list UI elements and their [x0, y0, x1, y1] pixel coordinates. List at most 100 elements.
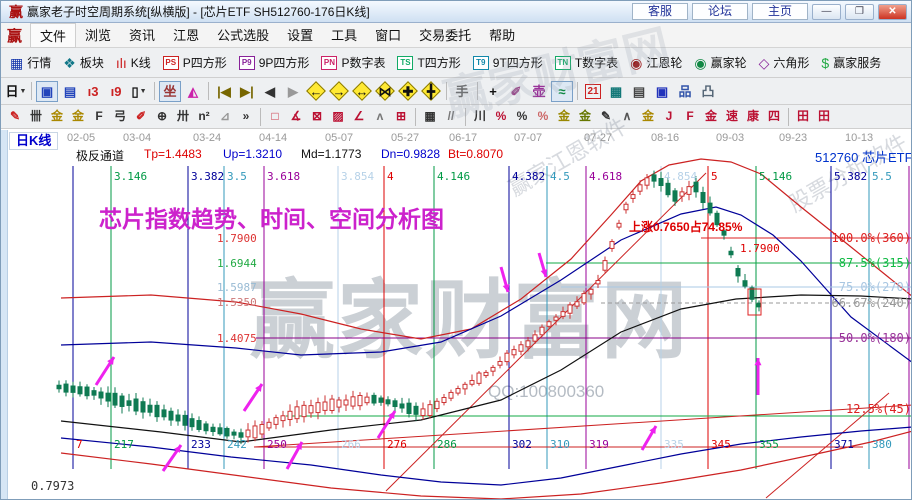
- next-button[interactable]: ▶: [282, 81, 304, 102]
- comb-icon[interactable]: 卌: [26, 107, 46, 126]
- dense-grid-icon[interactable]: ▦: [420, 107, 440, 126]
- gann-wheel-button[interactable]: ◉江恩轮: [625, 52, 687, 73]
- indicator-value: Dn=0.9828: [381, 147, 440, 161]
- wave-tool-icon[interactable]: ≈: [551, 81, 573, 102]
- move-right-button[interactable]: →: [328, 81, 350, 102]
- p-table-button[interactable]: PNP数字表: [316, 52, 390, 73]
- f-angle-icon[interactable]: F: [680, 107, 700, 126]
- candle-body: [463, 384, 467, 389]
- menu-item-0[interactable]: 文件: [30, 23, 76, 48]
- quotes-button[interactable]: ▦行情: [5, 52, 56, 73]
- gann-brush-icon[interactable]: ✎: [5, 107, 25, 126]
- save-icon[interactable]: ▣: [651, 81, 673, 102]
- color-chart-icon[interactable]: ◭: [182, 81, 204, 102]
- box-tool-icon[interactable]: □: [265, 107, 285, 126]
- slash-lines-icon[interactable]: //: [441, 107, 461, 126]
- menu-item-7[interactable]: 窗口: [366, 23, 410, 48]
- zoom-all-button[interactable]: ✚: [397, 81, 419, 102]
- homepage-button[interactable]: 主页: [752, 3, 808, 20]
- winner-wheel-button[interactable]: ◉赢家轮: [689, 52, 751, 73]
- more-tools-button[interactable]: »: [236, 107, 256, 126]
- calculator-icon[interactable]: ▦: [605, 81, 627, 102]
- box-fan-tool-icon[interactable]: ⊠: [307, 107, 327, 126]
- gold-circle-icon[interactable]: 金: [554, 107, 574, 126]
- ruler-brush-icon[interactable]: ✐: [131, 107, 151, 126]
- gold-comb-2-icon[interactable]: 金: [68, 107, 88, 126]
- gold-grid-icon[interactable]: 田: [793, 107, 813, 126]
- retracement-price-label: 1.4075: [217, 332, 257, 345]
- computer-icon[interactable]: 凸: [697, 81, 719, 102]
- forum-button[interactable]: 论坛: [692, 3, 748, 20]
- calendar-21-icon[interactable]: 21: [582, 81, 604, 102]
- step-tool-icon[interactable]: 川: [470, 107, 490, 126]
- menu-item-4[interactable]: 公式选股: [208, 23, 278, 48]
- quad-angle-icon[interactable]: 四: [764, 107, 784, 126]
- candle-body: [687, 187, 691, 195]
- j-angle-icon[interactable]: J: [659, 107, 679, 126]
- plain-comb-icon[interactable]: 卅: [173, 107, 193, 126]
- zigzag-tool-icon[interactable]: ʌ: [370, 107, 390, 126]
- box-diag-tool-icon[interactable]: ▨: [328, 107, 348, 126]
- kline-button[interactable]: ılıK线: [111, 52, 156, 73]
- minutes-3-icon[interactable]: ı3: [82, 81, 104, 102]
- clock-comb-icon[interactable]: ⊕: [152, 107, 172, 126]
- main-chart-icon[interactable]: ▣: [36, 81, 58, 102]
- memo-icon[interactable]: ▤: [628, 81, 650, 102]
- prev-button[interactable]: ◀: [259, 81, 281, 102]
- menu-item-1[interactable]: 浏览: [76, 23, 120, 48]
- red-grid-tool-icon[interactable]: ⊞: [391, 107, 411, 126]
- shrink-h-button[interactable]: ⋈: [374, 81, 396, 102]
- menu-item-2[interactable]: 资讯: [120, 23, 164, 48]
- kang-angle-icon[interactable]: 康: [743, 107, 763, 126]
- pan-hand-icon[interactable]: 手: [451, 81, 473, 102]
- 9p-square-button[interactable]: P99P四方形: [234, 52, 315, 73]
- zoom-full-button[interactable]: ╋: [420, 81, 442, 102]
- chart-area[interactable]: 日K线 赢家财富网 赢家江恩软件 股票分析软件 QQ:100800360 02-…: [1, 130, 912, 500]
- t-table-button[interactable]: TNT数字表: [550, 52, 623, 73]
- menu-item-8[interactable]: 交易委托: [410, 23, 480, 48]
- gold-underline-icon[interactable]: 金: [638, 107, 658, 126]
- hexagon-button[interactable]: ◇六角形: [754, 52, 815, 73]
- info-list-icon[interactable]: ▤: [59, 81, 81, 102]
- gold-grid-2-icon[interactable]: 田: [814, 107, 834, 126]
- last-page-button[interactable]: ▶|: [236, 81, 258, 102]
- pct-line-icon[interactable]: %: [533, 107, 553, 126]
- picker-icon[interactable]: ✐: [505, 81, 527, 102]
- pct-icon[interactable]: %: [512, 107, 532, 126]
- sectors-button[interactable]: ❖板块: [58, 52, 109, 73]
- toolbar-separator: [208, 82, 209, 100]
- pattern-tool-icon[interactable]: 壶: [528, 81, 550, 102]
- n2-comb-icon[interactable]: n²: [194, 107, 214, 126]
- winner-service-button[interactable]: $赢家服务: [816, 52, 886, 73]
- minutes-9-icon[interactable]: ı9: [105, 81, 127, 102]
- angle-tool-icon[interactable]: ∠: [349, 107, 369, 126]
- network-icon[interactable]: 品: [674, 81, 696, 102]
- flag-icon[interactable]: ⊿: [215, 107, 235, 126]
- crosshair-icon[interactable]: +: [482, 81, 504, 102]
- pct-slope-icon[interactable]: %: [491, 107, 511, 126]
- menu-item-5[interactable]: 设置: [278, 23, 322, 48]
- 9t-square-button[interactable]: T99T四方形: [468, 52, 548, 73]
- hook-comb-icon[interactable]: 弓: [110, 107, 130, 126]
- move-left-button[interactable]: ←: [305, 81, 327, 102]
- gold-angle-icon[interactable]: 金: [701, 107, 721, 126]
- menu-item-3[interactable]: 江恩: [164, 23, 208, 48]
- period-day-button[interactable]: 日▼: [5, 81, 27, 102]
- close-button[interactable]: ✕: [878, 4, 907, 20]
- menu-item-6[interactable]: 工具: [322, 23, 366, 48]
- speed-angle-icon[interactable]: 速: [722, 107, 742, 126]
- first-page-button[interactable]: |◀: [213, 81, 235, 102]
- indicator-value: Bt=0.8070: [448, 147, 503, 161]
- p-square-button[interactable]: PSP四方形: [158, 52, 232, 73]
- gann-coord-icon[interactable]: 坐: [159, 81, 181, 102]
- f-comb-icon[interactable]: F: [89, 107, 109, 126]
- candle-style-button[interactable]: ▯▼: [128, 81, 150, 102]
- fan-tool-icon[interactable]: ∡: [286, 107, 306, 126]
- menu-item-9[interactable]: 帮助: [480, 23, 524, 48]
- gold-comb-icon[interactable]: 金: [47, 107, 67, 126]
- customer-service-button[interactable]: 客服: [632, 3, 688, 20]
- maximize-button[interactable]: ❐: [845, 4, 874, 20]
- expand-h-button[interactable]: ↔: [351, 81, 373, 102]
- t-square-button[interactable]: TST四方形: [392, 52, 465, 73]
- minimize-button[interactable]: —: [812, 4, 841, 20]
